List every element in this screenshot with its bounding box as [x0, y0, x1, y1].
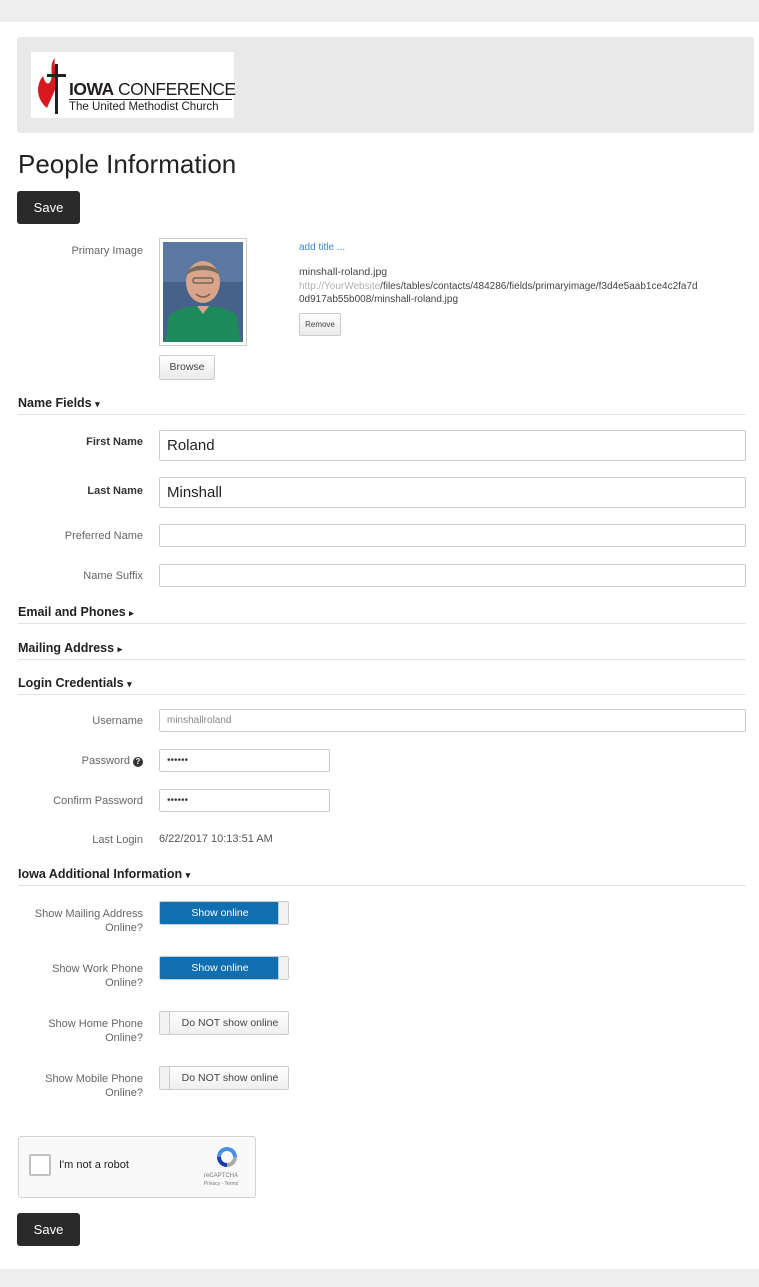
toggle-state: Do NOT show online — [181, 1072, 279, 1084]
toggle-knob — [278, 902, 288, 924]
save-button-bottom[interactable]: Save — [17, 1213, 80, 1246]
caret-right-icon: ▸ — [117, 644, 123, 654]
show-home-phone-toggle[interactable]: Do NOT show online — [159, 1011, 289, 1035]
last-name-label: Last Name — [87, 485, 143, 497]
section-name-fields-label: Name Fields — [18, 396, 92, 410]
username-label: Username — [92, 715, 143, 727]
last-login-label: Last Login — [92, 834, 143, 846]
remove-image-button[interactable]: Remove — [299, 313, 341, 336]
image-url-path: /files/tables/contacts/484286/fields/pri… — [380, 281, 698, 292]
username-input[interactable]: minshallroland — [159, 709, 746, 732]
question-circle-icon[interactable]: ? — [133, 757, 143, 767]
header-banner: IOWA CONFERENCE The United Methodist Chu… — [17, 37, 754, 133]
caret-right-icon: ▸ — [129, 608, 134, 618]
show-work-phone-label: Show Work Phone Online? — [52, 963, 143, 989]
password-input[interactable]: •••••• — [159, 749, 330, 772]
section-email-phones-label: Email and Phones — [18, 605, 126, 619]
recaptcha-widget: I'm not a robot reCAPTCHA Privacy - Term… — [18, 1136, 256, 1198]
preferred-name-input[interactable] — [159, 524, 746, 547]
page: IOWA CONFERENCE The United Methodist Chu… — [0, 22, 759, 1269]
last-name-input[interactable]: Minshall — [159, 477, 746, 508]
toggle-knob — [278, 957, 288, 979]
section-name-fields[interactable]: Name Fields ▾ — [18, 396, 746, 415]
toggle-knob — [160, 1067, 170, 1089]
recaptcha-checkbox[interactable] — [29, 1154, 51, 1176]
caret-down-icon: ▾ — [127, 679, 132, 689]
show-mailing-toggle[interactable]: Show online — [159, 901, 289, 925]
password-label-text: Password — [81, 755, 130, 767]
show-mobile-phone-toggle[interactable]: Do NOT show online — [159, 1066, 289, 1090]
section-iowa-additional[interactable]: Iowa Additional Information ▾ — [18, 867, 746, 886]
save-button-top[interactable]: Save — [17, 191, 80, 224]
show-work-phone-toggle[interactable]: Show online — [159, 956, 289, 980]
logo-title: IOWA CONFERENCE — [69, 79, 236, 99]
section-email-phones[interactable]: Email and Phones ▸ — [18, 605, 746, 624]
recaptcha-label: I'm not a robot — [59, 1159, 129, 1171]
recaptcha-logo-icon — [217, 1147, 237, 1167]
section-login-credentials-label: Login Credentials — [18, 676, 124, 690]
last-login-value: 6/22/2017 10:13:51 AM — [159, 833, 273, 845]
page-title: People Information — [18, 149, 237, 179]
password-label: Password ? — [18, 754, 143, 768]
confirm-password-input[interactable]: •••••• — [159, 789, 330, 812]
section-login-credentials[interactable]: Login Credentials ▾ — [18, 676, 746, 695]
image-url-path-2: 0d917ab55b008/minshall-roland.jpg — [299, 294, 459, 305]
add-title-link[interactable]: add title ... — [299, 242, 345, 253]
primary-image-label: Primary Image — [71, 245, 143, 257]
preferred-name-label: Preferred Name — [64, 530, 143, 542]
profile-photo — [163, 242, 243, 342]
section-mailing-address[interactable]: Mailing Address ▸ — [18, 641, 746, 660]
show-mailing-label: Show Mailing Address Online? — [34, 908, 143, 934]
show-home-phone-label: Show Home Phone Online? — [48, 1018, 143, 1044]
logo: IOWA CONFERENCE The United Methodist Chu… — [31, 52, 236, 118]
toggle-state: Do NOT show online — [181, 1017, 279, 1029]
logo-divider — [69, 99, 232, 100]
recaptcha-privacy-terms[interactable]: Privacy - Terms — [191, 1181, 251, 1187]
image-url-prefix: http://YourWebsite — [299, 281, 381, 292]
show-mobile-phone-label: Show Mobile Phone Online? — [45, 1073, 143, 1099]
first-name-label: First Name — [86, 436, 143, 448]
name-suffix-label: Name Suffix — [83, 570, 143, 582]
section-mailing-address-label: Mailing Address — [18, 641, 115, 655]
section-iowa-additional-label: Iowa Additional Information — [18, 867, 183, 881]
primary-image-thumbnail[interactable] — [159, 238, 247, 346]
caret-down-icon: ▾ — [95, 399, 100, 409]
recaptcha-brand: reCAPTCHA — [203, 1173, 238, 1179]
confirm-password-label: Confirm Password — [53, 795, 143, 807]
image-url: http://YourWebsite/files/tables/contacts… — [299, 280, 698, 306]
name-suffix-input[interactable] — [159, 564, 746, 587]
caret-down-icon: ▾ — [185, 870, 191, 880]
browse-button[interactable]: Browse — [159, 355, 215, 380]
image-filename: minshall-roland.jpg — [299, 266, 388, 278]
cross-and-flame-icon — [38, 58, 66, 114]
toggle-state: Show online — [191, 962, 249, 974]
toggle-knob — [160, 1012, 170, 1034]
logo-subtitle: The United Methodist Church — [69, 101, 219, 113]
first-name-input[interactable]: Roland — [159, 430, 746, 461]
toggle-state: Show online — [191, 907, 249, 919]
